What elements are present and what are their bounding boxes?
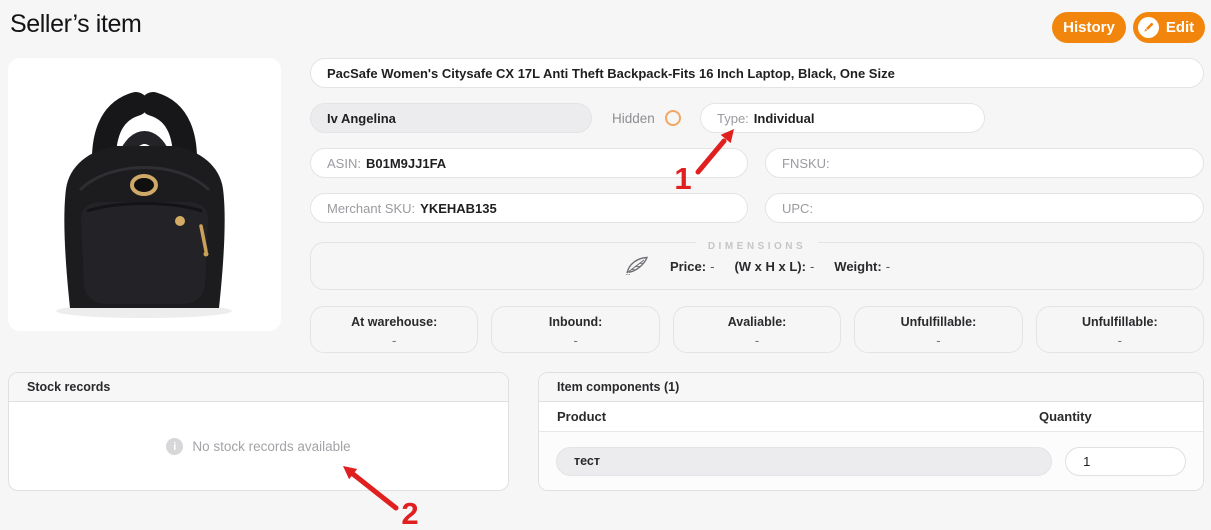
owner-field[interactable]: Iv Angelina xyxy=(310,103,592,133)
column-product: Product xyxy=(557,409,607,424)
type-field[interactable]: Type: Individual xyxy=(700,103,985,133)
dim-price: Price: - xyxy=(670,259,714,274)
stat-at-warehouse: At warehouse: - xyxy=(310,306,479,353)
edit-button-label: Edit xyxy=(1165,19,1195,36)
hidden-label: Hidden xyxy=(612,110,655,126)
info-icon: i xyxy=(166,438,184,455)
dimensions-box: Price: - (W x H x L): - Weight: - xyxy=(310,242,1204,290)
dim-whl: (W x H x L): - xyxy=(734,259,814,274)
component-quantity-field[interactable]: 1 xyxy=(1065,446,1186,476)
backpack-image xyxy=(56,92,232,318)
merchant-sku-field[interactable]: Merchant SKU: YKEHAB135 xyxy=(310,193,748,223)
asin-value: B01M9JJ1FA xyxy=(365,155,447,171)
hidden-toggle-group: Hidden xyxy=(612,103,681,133)
price-label: Price: xyxy=(669,258,707,274)
weight-value: - xyxy=(885,258,891,274)
upc-field[interactable]: UPC: xyxy=(765,193,1204,223)
item-components-panel: Item components (1) Product Quantity тес… xyxy=(538,372,1204,491)
item-components-column-headers: Product Quantity xyxy=(539,402,1203,432)
stats-row: At warehouse: - Inbound: - Avaliable: - … xyxy=(310,306,1205,353)
stock-records-panel: Stock records i No stock records availab… xyxy=(8,372,509,491)
component-product-field[interactable]: тест xyxy=(556,446,1053,476)
asin-field[interactable]: ASIN: B01M9JJ1FA xyxy=(310,148,748,178)
type-value: Individual xyxy=(753,110,815,126)
fnsku-label: FNSKU: xyxy=(782,155,830,171)
price-value: - xyxy=(710,258,715,274)
whl-label: (W x H x L): xyxy=(734,258,806,274)
whl-value: - xyxy=(809,258,815,274)
pencil-icon xyxy=(1137,17,1159,38)
edit-button[interactable]: Edit xyxy=(1133,12,1205,43)
owner-text: Iv Angelina xyxy=(327,110,396,126)
stat-unfulfillable-2: Unfulfillable: - xyxy=(1035,306,1205,353)
hidden-radio[interactable] xyxy=(664,110,681,126)
merchant-sku-label: Merchant SKU: xyxy=(327,200,416,216)
asin-label: ASIN: xyxy=(327,155,361,171)
stat-unfulfillable-1: Unfulfillable: - xyxy=(854,306,1023,353)
product-title-field[interactable]: PacSafe Women's Citysafe CX 17L Anti The… xyxy=(310,58,1204,88)
stock-records-empty-message: No stock records available xyxy=(192,439,351,454)
stat-available: Avaliable: - xyxy=(672,306,842,353)
stat-inbound: Inbound: - xyxy=(491,306,660,353)
item-components-title: Item components (1) xyxy=(539,373,1203,402)
page-title: Seller’s item xyxy=(10,10,142,38)
weight-label: Weight: xyxy=(834,258,882,274)
product-title-text: PacSafe Women's Citysafe CX 17L Anti The… xyxy=(327,65,895,81)
history-button[interactable]: History xyxy=(1052,12,1126,43)
history-button-label: History xyxy=(1063,19,1115,36)
upc-label: UPC: xyxy=(782,200,814,216)
dim-weight: Weight: - xyxy=(834,259,890,274)
fnsku-field[interactable]: FNSKU: xyxy=(765,148,1204,178)
type-label: Type: xyxy=(717,110,749,126)
column-quantity: Quantity xyxy=(1039,409,1092,424)
stock-records-title: Stock records xyxy=(9,373,508,402)
product-image-card xyxy=(8,58,281,331)
annotation-number-2: 2 xyxy=(401,496,418,530)
stock-records-empty-state: i No stock records available xyxy=(9,402,508,490)
feather-icon xyxy=(625,256,649,275)
component-row: тест 1 xyxy=(539,432,1203,490)
merchant-sku-value: YKEHAB135 xyxy=(420,200,497,216)
